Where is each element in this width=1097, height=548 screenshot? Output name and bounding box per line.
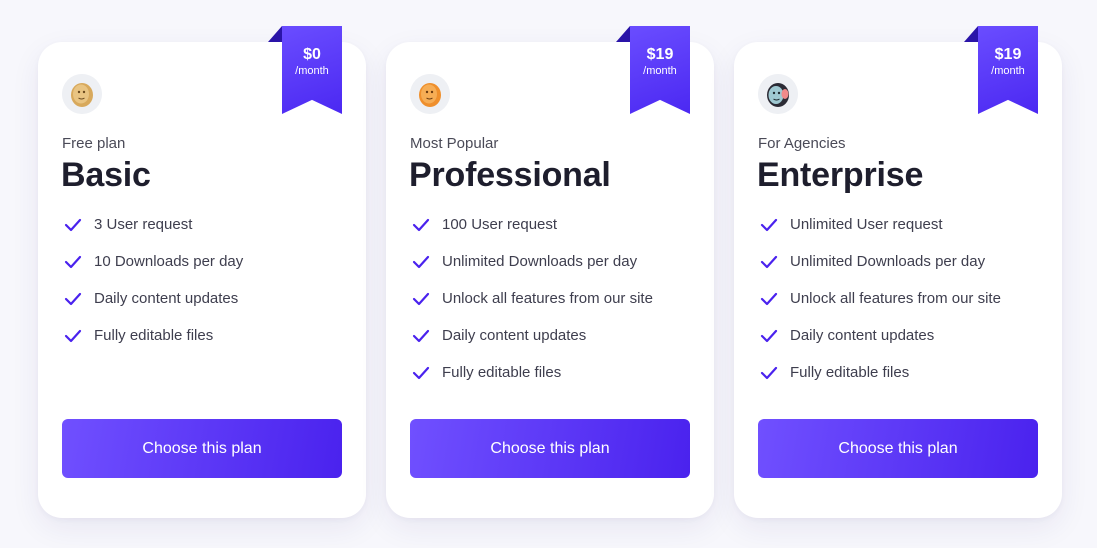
plan-eyebrow: Free plan — [62, 135, 126, 152]
feature-label: Daily content updates — [790, 327, 935, 344]
ribbon-fold — [964, 26, 978, 42]
feature-item: Unlock all features from our site — [758, 288, 1001, 325]
feature-label: Unlimited Downloads per day — [790, 253, 986, 270]
plan-eyebrow: Most Popular — [410, 135, 499, 152]
choose-plan-button[interactable]: Choose this plan — [62, 419, 342, 478]
feature-list: 100 User request Unlimited Downloads per… — [410, 214, 653, 399]
person-avatar-icon — [758, 74, 798, 114]
feature-label: Fully editable files — [790, 364, 910, 381]
feature-label: Unlock all features from our site — [790, 290, 1001, 307]
feature-item: Unlimited Downloads per day — [758, 251, 1001, 288]
check-icon — [64, 329, 82, 343]
feature-item: Fully editable files — [758, 362, 1001, 399]
feature-label: Fully editable files — [442, 364, 562, 381]
person-avatar-icon — [62, 74, 102, 114]
feature-item: Daily content updates — [758, 325, 1001, 362]
check-icon — [412, 255, 430, 269]
ribbon-fold — [268, 26, 282, 42]
feature-item: Daily content updates — [410, 325, 653, 362]
check-icon — [760, 366, 778, 380]
feature-label: Daily content updates — [94, 290, 239, 307]
check-icon — [412, 366, 430, 380]
plan-name: Basic — [61, 156, 151, 194]
feature-item: 3 User request — [62, 214, 243, 251]
check-icon — [412, 329, 430, 343]
price-period: /month — [643, 65, 677, 77]
price: $19 — [646, 46, 674, 63]
feature-item: 100 User request — [410, 214, 653, 251]
person-avatar-icon — [410, 74, 450, 114]
feature-label: 10 Downloads per day — [94, 253, 244, 270]
price: $19 — [994, 46, 1022, 63]
feature-label: 100 User request — [442, 216, 558, 233]
feature-item: Fully editable files — [410, 362, 653, 399]
check-icon — [760, 255, 778, 269]
feature-label: Unlimited User request — [790, 216, 943, 233]
plan-name: Enterprise — [757, 156, 924, 194]
feature-list: 3 User request 10 Downloads per day Dail… — [62, 214, 243, 362]
check-icon — [64, 292, 82, 306]
check-icon — [64, 218, 82, 232]
feature-item: Daily content updates — [62, 288, 243, 325]
feature-item: Unlimited Downloads per day — [410, 251, 653, 288]
check-icon — [412, 292, 430, 306]
price-period: /month — [295, 65, 329, 77]
feature-label: Daily content updates — [442, 327, 587, 344]
price-ribbon: $19 /month — [630, 26, 690, 114]
feature-item: Fully editable files — [62, 325, 243, 362]
feature-label: Unlock all features from our site — [442, 290, 653, 307]
feature-label: Unlimited Downloads per day — [442, 253, 638, 270]
check-icon — [760, 218, 778, 232]
plan-eyebrow: For Agencies — [758, 135, 846, 152]
price: $0 — [303, 46, 321, 63]
feature-list: Unlimited User request Unlimited Downloa… — [758, 214, 1001, 399]
pricing-card-professional: $19 /month Most Popular Professional 100… — [386, 26, 714, 518]
check-icon — [412, 218, 430, 232]
feature-item: 10 Downloads per day — [62, 251, 243, 288]
price-ribbon: $19 /month — [978, 26, 1038, 114]
feature-item: Unlimited User request — [758, 214, 1001, 251]
feature-item: Unlock all features from our site — [410, 288, 653, 325]
choose-plan-button[interactable]: Choose this plan — [758, 419, 1038, 478]
choose-plan-button[interactable]: Choose this plan — [410, 419, 690, 478]
check-icon — [760, 329, 778, 343]
check-icon — [760, 292, 778, 306]
ribbon-fold — [616, 26, 630, 42]
check-icon — [64, 255, 82, 269]
pricing-card-enterprise: $19 /month For Agencies Enterprise Unlim… — [734, 26, 1062, 518]
plan-name: Professional — [409, 156, 611, 194]
price-period: /month — [991, 65, 1025, 77]
price-ribbon: $0 /month — [282, 26, 342, 114]
feature-label: 3 User request — [94, 216, 193, 233]
pricing-card-basic: $0 /month Free plan Basic 3 User request… — [38, 26, 366, 518]
feature-label: Fully editable files — [94, 327, 214, 344]
